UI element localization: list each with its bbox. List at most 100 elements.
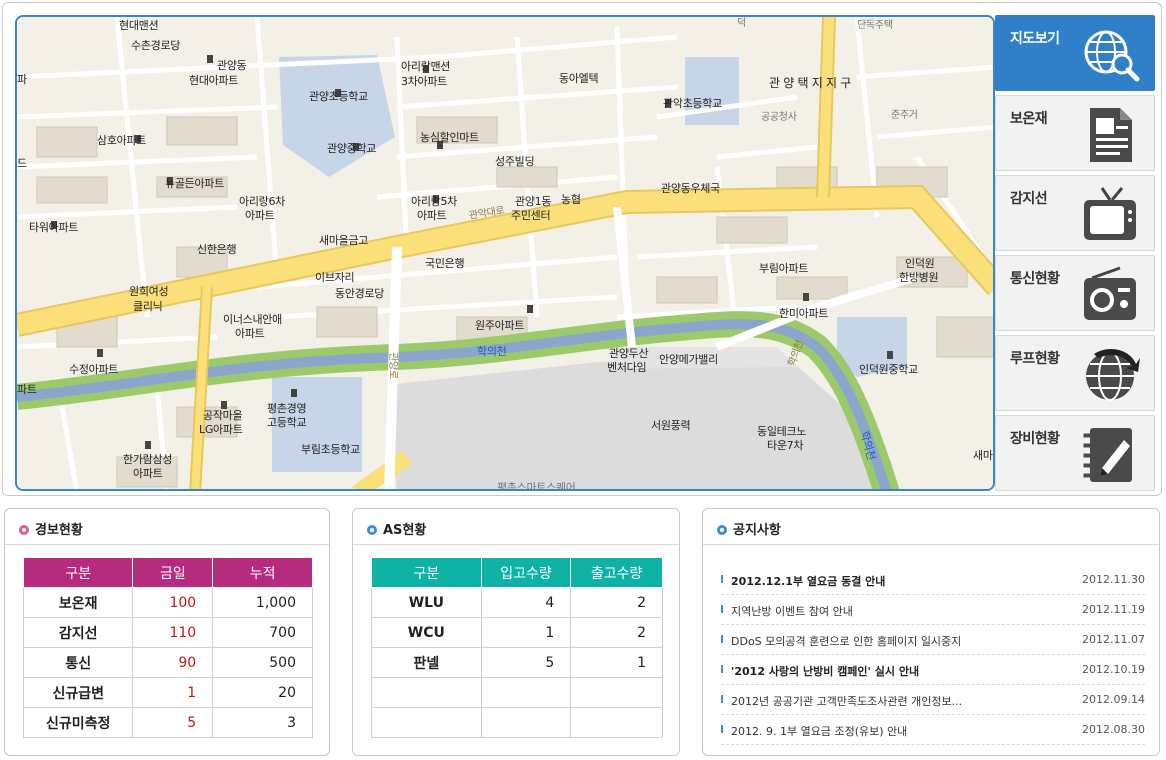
map-label: 공공청사 — [761, 112, 797, 123]
row-label: 통신 — [22, 647, 134, 678]
notice-link[interactable]: 지역난방 이벤트 참여 안내 — [731, 603, 853, 619]
table-row[interactable]: WLU 4 2 — [371, 587, 663, 618]
panel-title: 공지사항 — [717, 519, 781, 538]
nav-item-label: 감지선 — [1010, 191, 1048, 207]
map-label: 수정아파트 — [69, 363, 119, 376]
globe-search-icon — [1084, 30, 1140, 82]
street-map[interactable]: 현대맨션 수촌경로당 관양동 현대아파트 아리랑맨션 3차아파트 관양초등학교 … — [15, 15, 995, 491]
nav-item-map-view[interactable]: 지도보기 — [995, 15, 1155, 91]
notice-link[interactable]: '2012 사랑의 난방비 캠페인' 실시 안내 — [731, 663, 919, 679]
map-label: 평촌스마트스퀘어 — [497, 481, 576, 491]
nav-item-label: 보온재 — [1010, 111, 1048, 127]
map-label: 동일테크노 — [757, 425, 807, 438]
notice-list: 2012.12.1부 열요금 동결 안내 2012.11.30 지역난방 이벤트… — [721, 565, 1145, 745]
map-label: 아파트 — [133, 467, 163, 480]
map-label: 관양두산 — [609, 347, 649, 360]
document-icon — [1090, 108, 1132, 162]
notice-title: 공지사항 — [733, 523, 781, 538]
bar-bullet-icon — [721, 665, 723, 673]
today-value: 90 — [132, 647, 214, 678]
list-item[interactable]: 지역난방 이벤트 참여 안내 2012.11.19 — [721, 595, 1145, 625]
notice-date: 2012.08.30 — [1082, 723, 1145, 736]
map-label: 한방병원 — [899, 271, 939, 284]
table-row[interactable]: 판넬 5 1 — [371, 647, 663, 678]
table-row[interactable]: 보온재 100 1,000 — [22, 587, 313, 618]
circle-bullet-icon — [19, 525, 29, 535]
map-label: LG아파트 — [199, 423, 243, 436]
panel-title: AS현황 — [367, 519, 426, 538]
today-value: 1 — [132, 677, 214, 708]
as-status-panel: AS현황 구분 입고수량 출고수량 WLU 4 2 WCU 1 2 판넬 5 1 — [352, 508, 680, 756]
map-label: 부림아파트 — [759, 262, 809, 275]
map-label: 파 — [17, 73, 27, 86]
bar-bullet-icon — [721, 575, 723, 583]
table-row[interactable]: 신규미측정 5 3 — [22, 707, 313, 738]
column-header: 금일 — [132, 557, 214, 588]
bar-bullet-icon — [721, 695, 723, 703]
nav-item-label: 통신현황 — [1010, 271, 1060, 287]
map-label: 한가람삼성 — [123, 453, 173, 466]
map-label: 현대아파트 — [189, 74, 239, 87]
today-value: 5 — [132, 707, 214, 738]
notice-link[interactable]: DDoS 모의공격 훈련으로 인한 홈페이지 일시중지 — [731, 633, 961, 649]
total-value: 500 — [212, 647, 313, 678]
notice-panel: 공지사항 2012.12.1부 열요금 동결 안내 2012.11.30 지역난… — [702, 508, 1160, 756]
nav-item-loop[interactable]: 루프현황 — [995, 335, 1155, 411]
map-frame: 현대맨션 수촌경로당 관양동 현대아파트 아리랑맨션 3차아파트 관양초등학교 … — [2, 2, 1162, 496]
row-label: WCU — [371, 617, 482, 648]
map-label: 준주거 — [891, 110, 918, 121]
road-label: 관양로 — [386, 352, 398, 379]
nav-item-insulation[interactable]: 보온재 — [995, 95, 1155, 171]
list-item[interactable]: DDoS 모의공격 훈련으로 인한 홈페이지 일시중지 2012.11.07 — [721, 625, 1145, 655]
notice-link[interactable]: 2012.12.1부 열요금 동결 안내 — [731, 573, 885, 589]
circle-bullet-icon — [717, 525, 727, 535]
map-label: 관양초등학교 — [309, 90, 368, 103]
list-item[interactable]: '2012 사랑의 난방비 캠페인' 실시 안내 2012.10.19 — [721, 655, 1145, 685]
notice-date: 2012.11.30 — [1082, 573, 1145, 586]
nav-item-equipment[interactable]: 장비현황 — [995, 415, 1155, 491]
table-row[interactable]: 감지선 110 700 — [22, 617, 313, 648]
notice-link[interactable]: 2012. 9. 1부 열요금 조정(유보) 안내 — [731, 723, 907, 739]
map-label: 이너스내안애 — [223, 313, 282, 326]
list-item[interactable]: 2012년 공공기관 고객만족도조사관련 개인정보... 2012.09.14 — [721, 685, 1145, 715]
map-label: 관양동우체국 — [661, 182, 720, 195]
map-label: 인덕원 — [905, 257, 935, 270]
list-item[interactable]: 2012. 9. 1부 열요금 조정(유보) 안내 2012.08.30 — [721, 715, 1145, 745]
out-value: 2 — [570, 617, 663, 648]
notice-date: 2012.11.07 — [1082, 633, 1145, 646]
map-label: 관악초등학교 — [663, 97, 722, 110]
map-label: 3차아파트 — [401, 75, 447, 88]
notebook-pen-icon — [1083, 428, 1132, 482]
map-label: 아파트 — [235, 327, 265, 340]
table-row[interactable]: WCU 1 2 — [371, 617, 663, 648]
table-row[interactable]: 신규급변 1 20 — [22, 677, 313, 708]
column-header: 구분 — [371, 557, 482, 588]
table-row[interactable]: 통신 90 500 — [22, 647, 313, 678]
today-value: 100 — [132, 587, 214, 618]
row-label: 보온재 — [22, 587, 134, 618]
total-value: 700 — [212, 617, 313, 648]
map-label: 타운7차 — [767, 439, 804, 452]
map-label: 국민은행 — [425, 257, 465, 270]
map-label: 새마 — [973, 449, 993, 462]
alarm-table: 구분 금일 누적 보온재 100 1,000 감지선 110 700 통신 90… — [22, 557, 313, 738]
map-label: 신한은행 — [197, 243, 237, 256]
notice-link[interactable]: 2012년 공공기관 고객만족도조사관련 개인정보... — [731, 693, 962, 709]
nav-item-detection-line[interactable]: 감지선 — [995, 175, 1155, 251]
table-row — [371, 707, 663, 738]
television-icon — [1084, 187, 1136, 240]
bar-bullet-icon — [721, 605, 723, 613]
map-label: 관양동 — [217, 59, 247, 72]
map-label: 공작마을 — [203, 409, 243, 422]
map-label: 현대맨션 — [119, 19, 159, 32]
bar-bullet-icon — [721, 725, 723, 733]
panel-title: 경보현황 — [19, 519, 83, 538]
row-label: 신규미측정 — [22, 707, 134, 738]
map-label: 덕 — [737, 18, 746, 29]
map-label: 파트 — [17, 383, 37, 396]
nav-item-communication[interactable]: 통신현황 — [995, 255, 1155, 331]
list-item[interactable]: 2012.12.1부 열요금 동결 안내 2012.11.30 — [721, 565, 1145, 595]
map-label: 농심할인마트 — [420, 131, 479, 144]
map-label: 아리랑6차 — [239, 195, 285, 208]
map-label: 삼호아파트 — [97, 134, 147, 147]
